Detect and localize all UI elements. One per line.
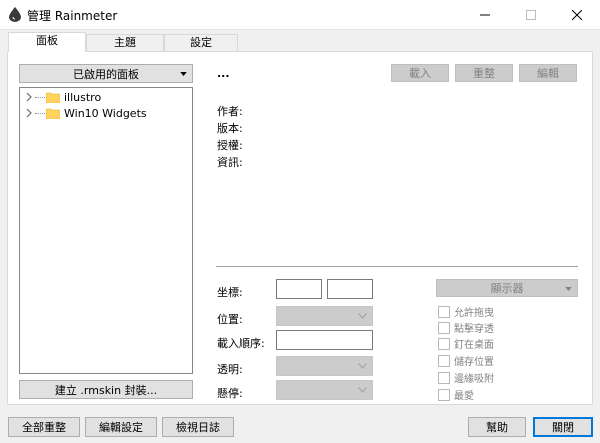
close-window-button[interactable] [554, 0, 600, 30]
skin-tree[interactable]: illustro Win10 Widgets [19, 87, 193, 374]
save-position-checkbox[interactable]: 儲存位置 [438, 353, 494, 368]
position-select[interactable] [276, 306, 373, 326]
checkbox-label: 釘在桌面 [454, 340, 494, 351]
refresh-button[interactable]: 重整 [455, 64, 513, 82]
author-label: 作者: [217, 105, 243, 118]
version-label: 版本: [217, 122, 243, 135]
chevron-right-icon[interactable] [24, 92, 34, 102]
help-button[interactable]: 幫助 [468, 417, 526, 437]
tree-item-label: Win10 Widgets [64, 106, 147, 120]
minimize-button[interactable] [462, 0, 508, 30]
coordinates-label: 坐標: [217, 286, 243, 299]
position-label: 位置: [217, 313, 243, 326]
maximize-button[interactable] [508, 0, 554, 30]
checkbox-label: 邊緣吸附 [454, 374, 494, 385]
dropdown-arrow-icon [180, 72, 187, 76]
create-rmskin-button[interactable]: 建立 .rmskin 封裝... [19, 380, 193, 399]
tab-strip: 面板 主題 設定 [0, 32, 600, 52]
folder-icon [46, 108, 60, 119]
hover-select[interactable] [276, 380, 373, 400]
edit-settings-button[interactable]: 編輯設定 [85, 417, 157, 437]
tree-connector [35, 112, 45, 114]
transparency-select[interactable] [276, 356, 373, 376]
tab-themes[interactable]: 主題 [86, 34, 164, 52]
dropdown-arrow-icon [565, 287, 572, 291]
checkbox-label: 儲存位置 [454, 357, 494, 368]
favorite-checkbox[interactable]: 最愛 [438, 387, 474, 402]
tree-connector [35, 96, 45, 98]
click-through-checkbox[interactable]: 點擊穿透 [438, 320, 494, 335]
maximize-icon [526, 10, 536, 20]
skin-name: ... [217, 67, 230, 80]
minimize-icon [480, 14, 490, 16]
chevron-down-icon [358, 313, 367, 319]
display-monitor-button[interactable]: 顯示器 [436, 279, 578, 297]
view-log-button[interactable]: 檢視日誌 [162, 417, 234, 437]
checkbox-box[interactable] [438, 354, 450, 367]
checkbox-box[interactable] [438, 321, 450, 334]
tree-item-label: illustro [64, 90, 102, 104]
snap-to-edges-checkbox[interactable]: 邊緣吸附 [438, 370, 494, 385]
hover-label: 懸停: [217, 387, 243, 400]
chevron-down-icon [358, 363, 367, 369]
refresh-all-button[interactable]: 全部重整 [8, 417, 80, 437]
tree-item-win10-widgets[interactable]: Win10 Widgets [20, 105, 147, 121]
load-order-label: 載入順序: [217, 337, 265, 350]
active-skins-dropdown[interactable]: 已啟用的面板 [19, 64, 193, 83]
checkbox-box[interactable] [438, 388, 450, 401]
edit-button[interactable]: 編輯 [519, 64, 577, 82]
checkbox-label: 點擊穿透 [454, 324, 494, 335]
keep-on-screen-checkbox[interactable]: 釘在桌面 [438, 336, 494, 351]
divider [216, 266, 578, 268]
checkbox-box[interactable] [438, 371, 450, 384]
title-bar: 管理 Rainmeter [0, 0, 600, 30]
allow-drag-checkbox[interactable]: 允許拖曳 [438, 304, 494, 319]
checkbox-label: 最愛 [454, 391, 474, 402]
license-label: 授權: [217, 139, 243, 152]
rainmeter-drop-icon [9, 7, 21, 22]
checkbox-box[interactable] [438, 305, 450, 318]
load-order-input[interactable] [276, 330, 373, 350]
tree-item-illustro[interactable]: illustro [20, 89, 101, 105]
transparency-label: 透明: [217, 363, 243, 376]
info-label: 資訊: [217, 156, 243, 169]
close-button[interactable]: 關閉 [533, 417, 593, 437]
close-icon [572, 10, 582, 20]
checkbox-label: 允許拖曳 [454, 308, 494, 319]
tab-skins[interactable]: 面板 [8, 32, 86, 52]
chevron-down-icon [358, 387, 367, 393]
load-button[interactable]: 載入 [391, 64, 449, 82]
display-monitor-label: 顯示器 [490, 282, 524, 295]
chevron-right-icon[interactable] [24, 108, 34, 118]
active-skins-label: 已啟用的面板 [73, 67, 139, 81]
y-coordinate-input[interactable] [327, 279, 373, 299]
window-title: 管理 Rainmeter [27, 9, 118, 23]
folder-icon [46, 92, 60, 103]
checkbox-box[interactable] [438, 337, 450, 350]
tab-settings[interactable]: 設定 [164, 34, 238, 52]
x-coordinate-input[interactable] [276, 279, 322, 299]
